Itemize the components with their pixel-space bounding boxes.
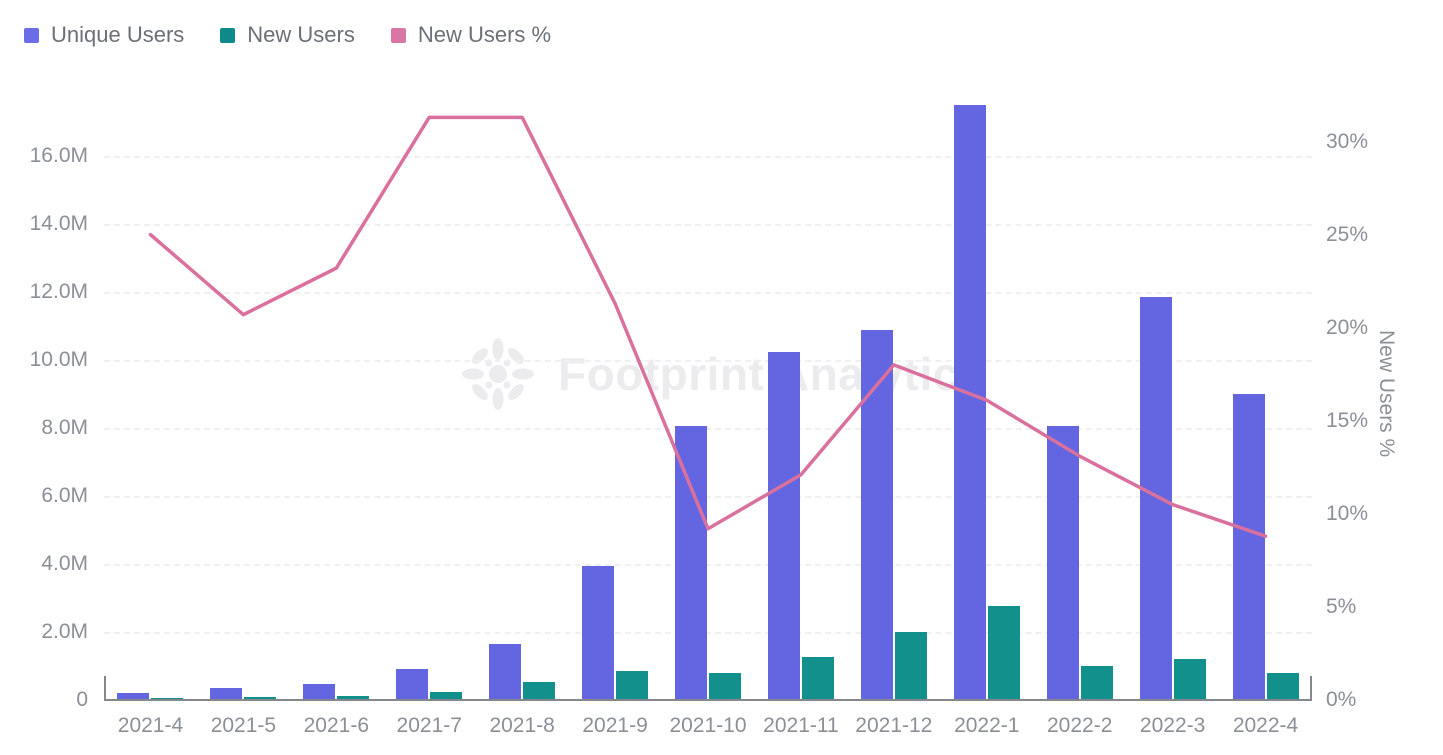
x-axis-tick-label[interactable]: 2021-7: [383, 709, 476, 749]
legend-item-new-users[interactable]: New Users: [220, 24, 355, 46]
x-axis-tick-label[interactable]: 2022-3: [1126, 709, 1219, 749]
x-axis-tick-label[interactable]: 2021-10: [662, 709, 755, 749]
x-axis-tick-label[interactable]: 2021-4: [104, 709, 197, 749]
x-axis-tick-label[interactable]: 2021-9: [569, 709, 662, 749]
y-axis-left-ticks: 0 2.0M 4.0M 6.0M 8.0M 10.0M 12.0M 14.0M 16.0M: [0, 0, 88, 755]
y-axis-left-tick-label: 8.0M: [41, 416, 88, 440]
line-new-users-percent[interactable]: [150, 117, 1265, 536]
legend-label-new-users-percent: New Users %: [417, 22, 552, 47]
x-axis-line: [104, 699, 1312, 701]
y-axis-left-tick-label: 10.0M: [29, 348, 88, 372]
y-axis-left-tick-label: 4.0M: [41, 552, 88, 576]
x-axis-tick-label[interactable]: 2021-5: [197, 709, 290, 749]
legend-swatch-icon-new-users-percent: [390, 27, 406, 43]
legend-label-new-users: New Users: [247, 22, 355, 47]
y-axis-right-tick-label: 20%: [1326, 315, 1369, 339]
plot-area: [104, 95, 1312, 700]
x-axis-tick-label[interactable]: 2021-8: [476, 709, 569, 749]
x-axis-tick-label[interactable]: 2021-12: [847, 709, 940, 749]
line-series-layer: [104, 95, 1312, 700]
y-axis-left-line: [104, 676, 106, 700]
y-axis-right-tick-label: 25%: [1326, 222, 1369, 246]
y-axis-left-tick-label: 6.0M: [41, 484, 88, 508]
y-axis-left-tick-label: 16.0M: [29, 144, 88, 168]
x-axis-tick-labels: 2021-4 2021-5 2021-6 2021-7 2021-8 2021-9 2021…: [104, 709, 1312, 749]
y-axis-left-tick-label: 12.0M: [29, 280, 88, 304]
y-axis-right-tick-label: 30%: [1326, 129, 1369, 153]
x-axis-tick-label[interactable]: 2022-4: [1219, 709, 1312, 749]
legend-swatch-icon-new-users: [220, 27, 236, 43]
legend-item-new-users-percent[interactable]: New Users %: [390, 22, 552, 47]
y-axis-right-tick-label: 0%: [1326, 688, 1357, 711]
chart-legend: Unique Users New Users New Users %: [24, 20, 551, 50]
y-axis-left-tick-label: 14.0M: [29, 212, 88, 236]
y-axis-right-tick-label: 10%: [1326, 501, 1369, 525]
y-axis-right-title: New Users %: [1375, 330, 1398, 458]
y-axis-right-tick-label: 5%: [1326, 594, 1357, 618]
chart-container: Unique Users New Users New Users % Footp…: [0, 0, 1443, 755]
y-axis-left-tick-label: 0: [76, 688, 88, 711]
x-axis-tick-label[interactable]: 2022-1: [940, 709, 1033, 749]
y-axis-right-line: [1310, 676, 1312, 700]
y-axis-left-tick-label: 2.0M: [41, 620, 88, 644]
x-axis-tick-label[interactable]: 2021-6: [290, 709, 383, 749]
y-axis-right-tick-label: 15%: [1326, 408, 1369, 432]
x-axis-tick-label[interactable]: 2022-2: [1033, 709, 1126, 749]
x-axis-tick-label[interactable]: 2021-11: [754, 709, 847, 749]
